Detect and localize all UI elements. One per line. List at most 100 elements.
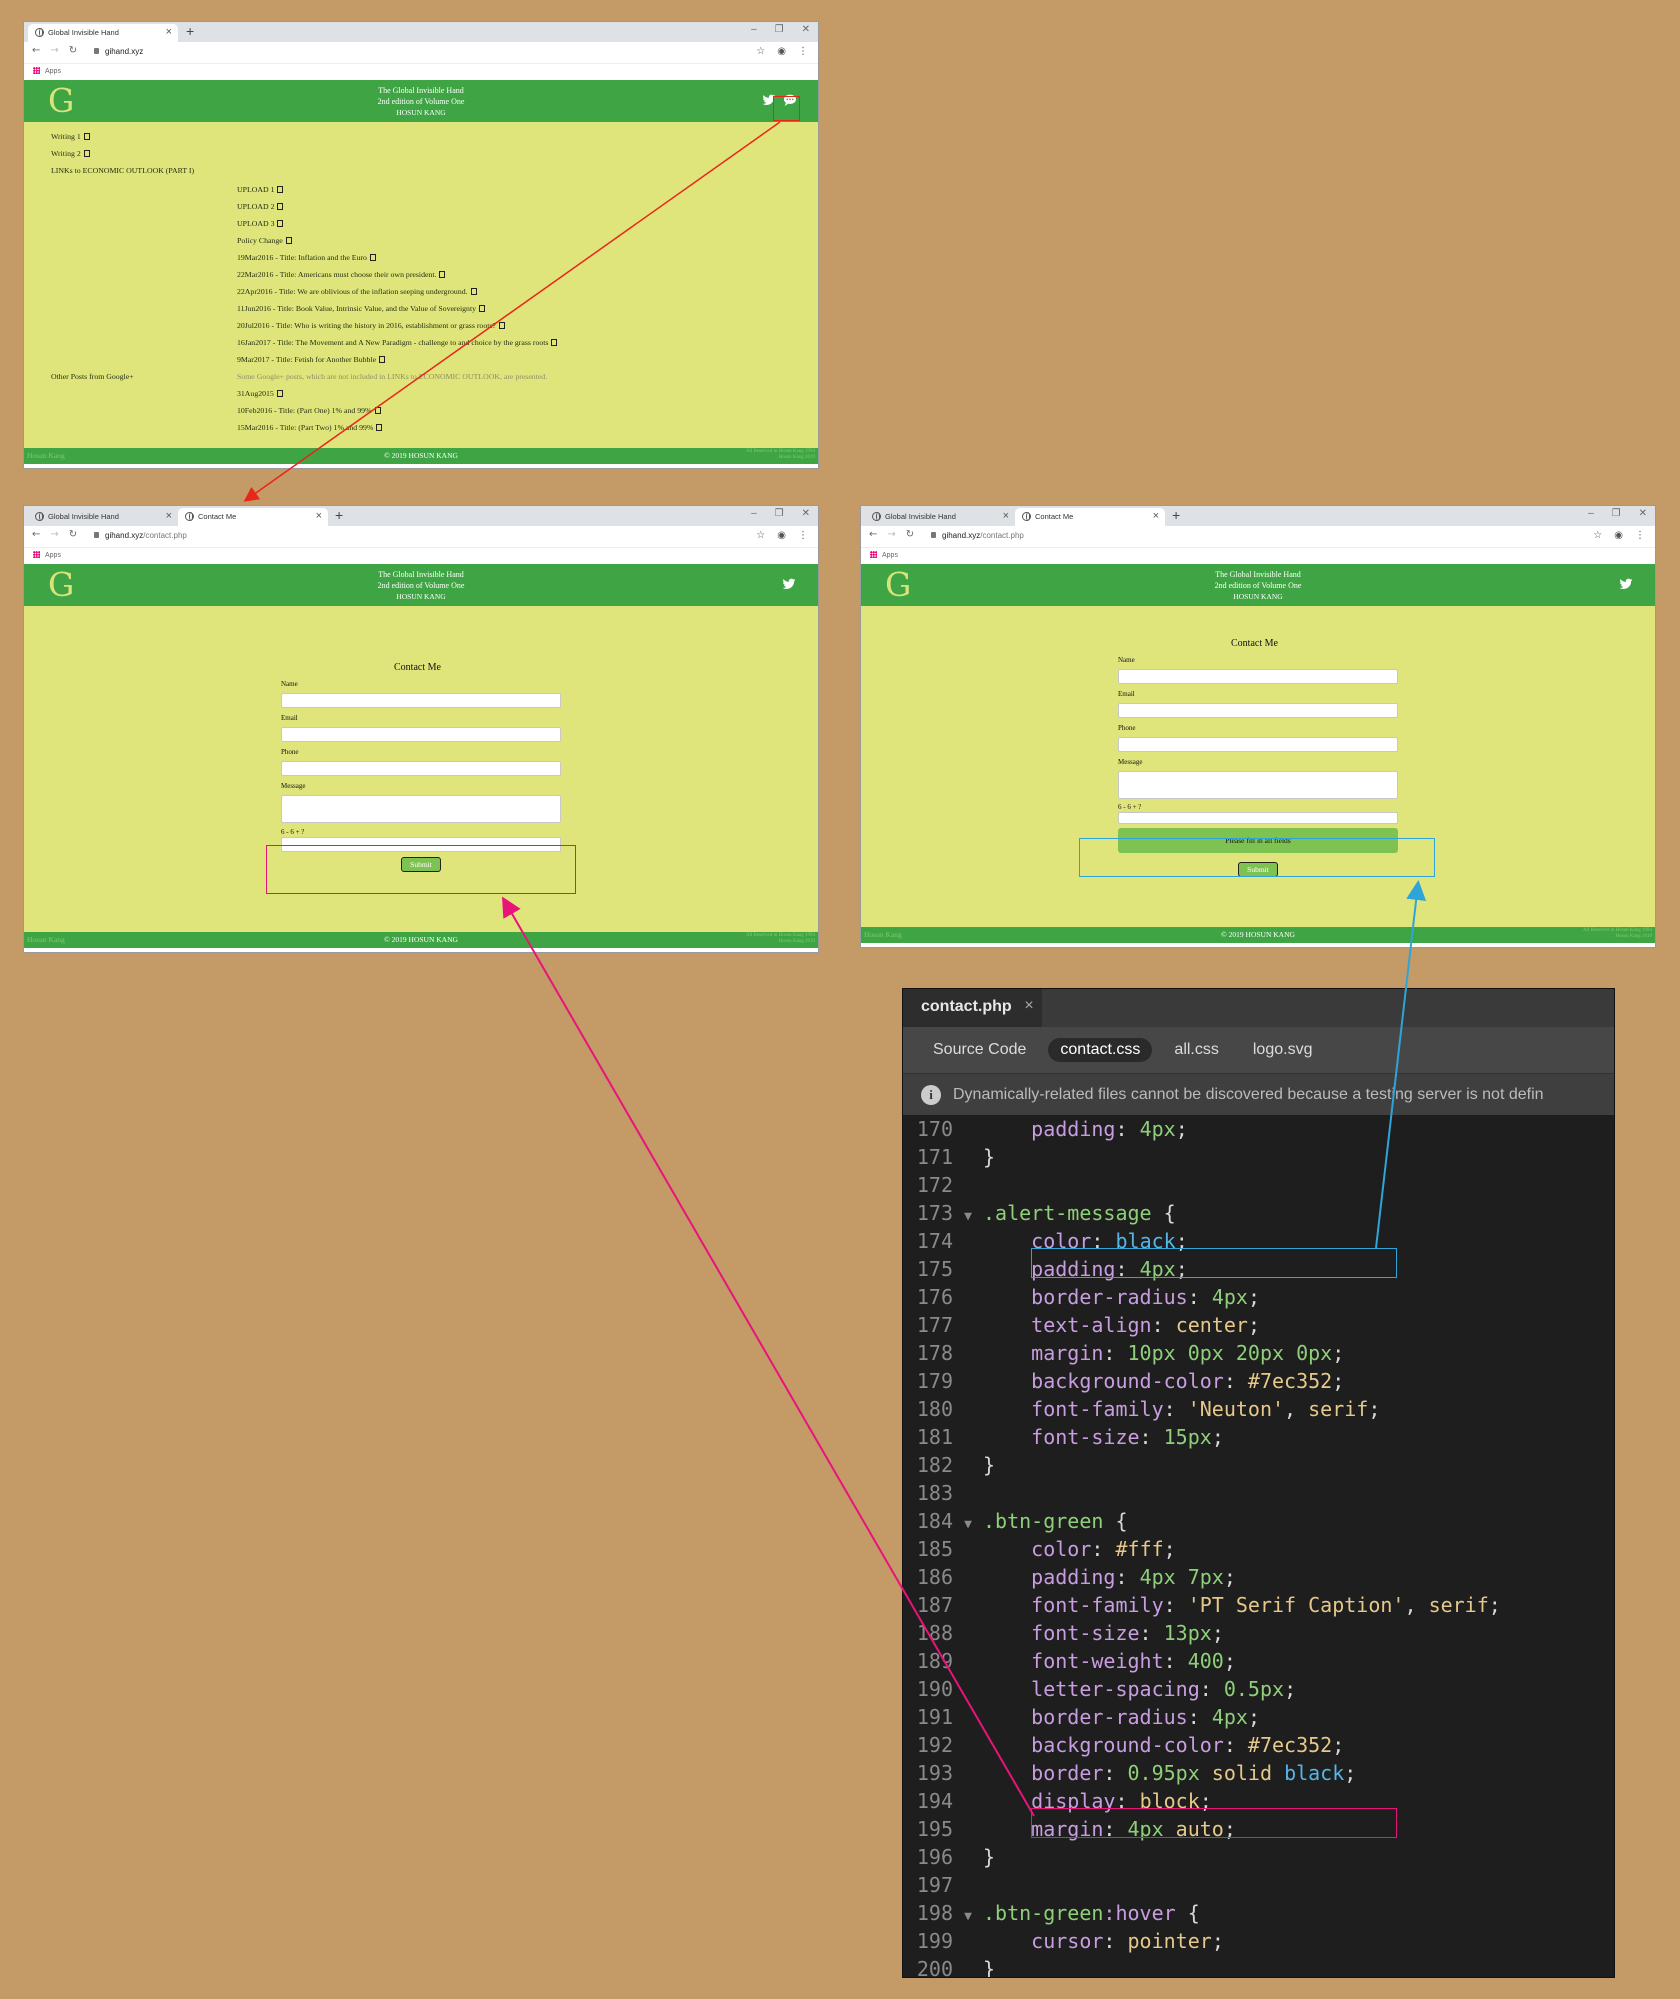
star-icon[interactable]: ☆ [756,46,765,57]
back-button[interactable]: ← [32,45,40,56]
tab-contact-me[interactable]: Contact Me × [178,508,328,526]
link-15mar2016[interactable]: 15Mar2016 - Title: (Part Two) 1% and 99% [237,423,383,432]
reload-button[interactable]: ↻ [69,529,77,540]
profile-icon[interactable]: ◉ [1614,530,1623,541]
close-tab-icon[interactable]: × [1153,510,1159,522]
link-upload-3[interactable]: UPLOAD 3 [237,219,284,228]
code-line[interactable]: 173 ▼ .alert-message { [903,1199,1614,1227]
new-tab-button[interactable]: + [1172,507,1180,523]
code-line[interactable]: 190 letter-spacing: 0.5px; [903,1675,1614,1703]
code-line[interactable]: 171} [903,1143,1614,1171]
forward-button[interactable]: → [887,529,895,540]
close-window-button[interactable]: ✕ [802,508,810,519]
code-line[interactable]: 182} [903,1451,1614,1479]
profile-icon[interactable]: ◉ [777,530,786,541]
back-button[interactable]: ← [32,529,40,540]
phone-field[interactable] [1118,737,1398,752]
restore-button[interactable]: ❐ [1612,508,1621,519]
code-line[interactable]: 189 font-weight: 400; [903,1647,1614,1675]
restore-button[interactable]: ❐ [775,24,784,35]
code-line[interactable]: 193 border: 0.95px solid black; [903,1759,1614,1787]
back-button[interactable]: ← [869,529,877,540]
site-logo[interactable]: G [48,568,74,602]
code-line[interactable]: 181 font-size: 15px; [903,1423,1614,1451]
code-line[interactable]: 180 font-family: 'Neuton', serif; [903,1395,1614,1423]
apps-label[interactable]: Apps [45,552,61,559]
code-line[interactable]: 185 color: #fff; [903,1535,1614,1563]
tab-global-invisible-hand[interactable]: Global Invisible Hand × [28,24,178,42]
name-field[interactable] [1118,669,1398,684]
code-line[interactable]: 184 ▼ .btn-green { [903,1507,1614,1535]
related-file-all-css[interactable]: all.css [1162,1038,1230,1062]
restore-button[interactable]: ❐ [775,508,784,519]
code-line[interactable]: 177 text-align: center; [903,1311,1614,1339]
code-line[interactable]: 178 margin: 10px 0px 20px 0px; [903,1339,1614,1367]
apps-label[interactable]: Apps [45,68,61,75]
tab-global-invisible-hand[interactable]: Global Invisible Hand × [28,508,178,526]
twitter-icon[interactable] [782,577,796,591]
minimize-button[interactable]: – [751,24,757,35]
link-22mar2016[interactable]: 22Mar2016 - Title: Americans must choose… [237,270,446,279]
site-logo[interactable]: G [48,84,74,118]
code-line[interactable]: 199 cursor: pointer; [903,1927,1614,1955]
link-upload-1[interactable]: UPLOAD 1 [237,185,284,194]
code-line[interactable]: 200} [903,1955,1614,1977]
code-line[interactable]: 187 font-family: 'PT Serif Caption', ser… [903,1591,1614,1619]
new-tab-button[interactable]: + [186,23,194,39]
code-line[interactable]: 192 background-color: #7ec352; [903,1731,1614,1759]
related-file-contact-css[interactable]: contact.css [1048,1038,1153,1062]
close-tab-icon[interactable]: × [166,26,172,38]
link-policy-change[interactable]: Policy Change [237,236,292,245]
message-field[interactable] [281,795,561,823]
link-writing-2[interactable]: Writing 2 [51,149,90,158]
site-logo[interactable]: G [885,568,911,602]
close-window-button[interactable]: ✕ [802,24,810,35]
email-field[interactable] [1118,703,1398,718]
message-field[interactable] [1118,771,1398,799]
phone-field[interactable] [281,761,561,776]
code-line[interactable]: 188 font-size: 13px; [903,1619,1614,1647]
file-tab-contact-php[interactable]: contact.php × [903,989,1042,1027]
reload-button[interactable]: ↻ [69,45,77,56]
code-line[interactable]: 176 border-radius: 4px; [903,1283,1614,1311]
code-line[interactable]: 172 [903,1171,1614,1199]
url-field[interactable]: gihand.xyz/contact.php [931,531,1024,540]
link-writing-1[interactable]: Writing 1 [51,132,90,141]
forward-button[interactable]: → [50,45,58,56]
related-file-logo-svg[interactable]: logo.svg [1241,1038,1325,1062]
twitter-icon[interactable] [1619,577,1633,591]
name-field[interactable] [281,693,561,708]
new-tab-button[interactable]: + [335,507,343,523]
menu-icon[interactable]: ⋮ [1635,530,1645,541]
link-22apr2016[interactable]: 22Apr2016 - Title: We are oblivious of t… [237,287,477,296]
code-line[interactable]: 198 ▼ .btn-green:hover { [903,1899,1614,1927]
link-20jul2016[interactable]: 20Jul2016 - Title: Who is writing the hi… [237,321,505,330]
email-field[interactable] [281,727,561,742]
code-line[interactable]: 186 padding: 4px 7px; [903,1563,1614,1591]
star-icon[interactable]: ☆ [756,530,765,541]
link-19mar2016[interactable]: 19Mar2016 - Title: Inflation and the Eur… [237,253,376,262]
close-tab-icon[interactable]: × [316,510,322,522]
related-file-source-code[interactable]: Source Code [921,1038,1038,1062]
link-9mar2017[interactable]: 9Mar2017 - Title: Fetish for Another Bub… [237,355,386,364]
code-line[interactable]: 196} [903,1843,1614,1871]
star-icon[interactable]: ☆ [1593,530,1602,541]
minimize-button[interactable]: – [751,508,757,519]
forward-button[interactable]: → [50,529,58,540]
menu-icon[interactable]: ⋮ [798,46,808,57]
close-window-button[interactable]: ✕ [1639,508,1647,519]
url-field[interactable]: gihand.xyz [94,47,143,56]
link-31aug2015[interactable]: 31Aug2015 [237,389,283,398]
captcha-field[interactable] [1118,812,1398,824]
apps-label[interactable]: Apps [882,552,898,559]
tab-global-invisible-hand[interactable]: Global Invisible Hand × [865,508,1015,526]
code-line[interactable]: 170 padding: 4px; [903,1115,1614,1143]
link-upload-2[interactable]: UPLOAD 2 [237,202,284,211]
url-field[interactable]: gihand.xyz/contact.php [94,531,187,540]
tab-contact-me[interactable]: Contact Me × [1015,508,1165,526]
close-file-icon[interactable]: × [1024,997,1033,1015]
link-10feb2016[interactable]: 10Feb2016 - Title: (Part One) 1% and 99% [237,406,381,415]
reload-button[interactable]: ↻ [906,529,914,540]
minimize-button[interactable]: – [1588,508,1594,519]
close-tab-icon[interactable]: × [1003,510,1009,522]
